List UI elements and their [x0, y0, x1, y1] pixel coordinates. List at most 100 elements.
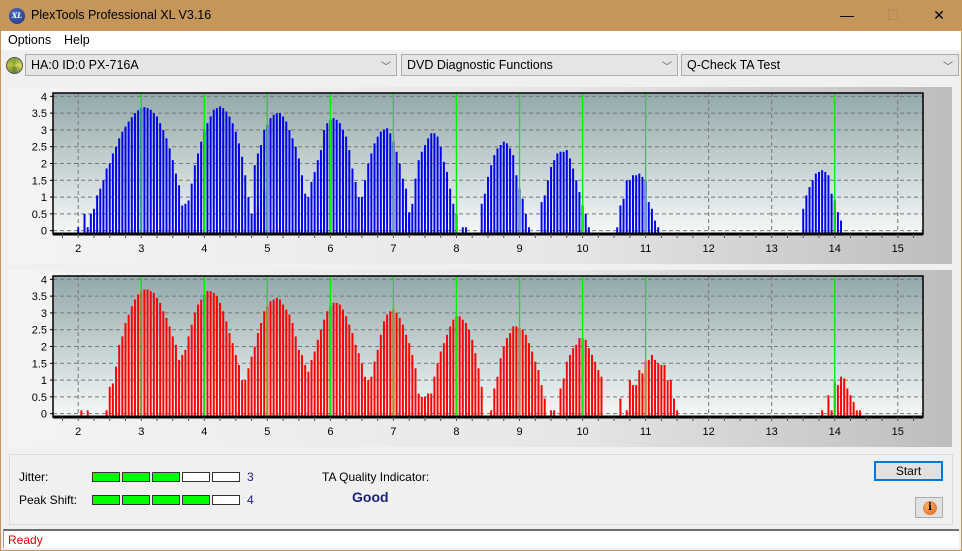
y-tick-label: 0.5 [32, 392, 47, 404]
bar [89, 213, 92, 234]
bar [367, 163, 370, 234]
bar [398, 163, 401, 234]
bar [130, 117, 133, 234]
bar [354, 344, 357, 417]
bar [190, 183, 193, 234]
bar [291, 323, 294, 417]
bar [524, 213, 527, 234]
pit-chart-panel: 0 0.5 1 1.5 2 2.5 3 3.5 4 2 3 4 5 6 7 8 9 10 11 12 13 14 15 [8, 270, 952, 447]
bar [190, 324, 193, 417]
bar [345, 136, 348, 234]
bar [247, 368, 250, 417]
peak-shift-meter-segment [92, 495, 120, 505]
bar [578, 338, 581, 417]
disc-drive-icon [6, 57, 23, 74]
bar [124, 323, 127, 417]
bar [234, 354, 237, 417]
start-button[interactable]: Start [874, 461, 943, 481]
bar [673, 398, 675, 417]
bar [238, 364, 240, 417]
bar [814, 173, 817, 234]
bar [269, 118, 272, 234]
bar [565, 361, 568, 417]
bar [846, 388, 849, 417]
bar [625, 180, 628, 234]
test-select[interactable]: Q-Check TA Test ﹀ [681, 54, 959, 76]
bar [105, 168, 108, 234]
bar [115, 366, 118, 417]
bar [285, 121, 288, 234]
info-button[interactable]: i [915, 497, 943, 518]
bar [540, 385, 543, 417]
bar [360, 363, 363, 417]
bar [660, 364, 663, 417]
bar [559, 151, 562, 234]
x-tick-label: 12 [703, 243, 715, 255]
bar [294, 146, 297, 234]
x-tick-label: 6 [327, 243, 333, 255]
bar [591, 354, 593, 417]
minimize-button[interactable]: — [824, 0, 870, 31]
y-tick-label: 0 [41, 226, 47, 238]
y-tick-label: 0 [41, 409, 47, 421]
bar [197, 153, 199, 234]
close-button[interactable]: ✕ [916, 0, 962, 31]
bar [285, 309, 288, 417]
bar [622, 198, 625, 234]
y-tick-label: 3 [41, 308, 47, 320]
bar [222, 311, 225, 417]
chevron-down-icon: ﹀ [662, 62, 672, 73]
bar [632, 385, 634, 417]
bar [657, 363, 660, 417]
bar [234, 131, 237, 234]
bar [647, 359, 650, 417]
bar [231, 343, 234, 417]
bar [269, 301, 272, 417]
menu-help[interactable]: Help [64, 33, 90, 47]
bar [130, 306, 133, 417]
menu-options[interactable]: Options [8, 33, 51, 47]
bar [297, 158, 300, 234]
bar [133, 299, 136, 417]
bar [584, 339, 587, 417]
bar [108, 386, 111, 417]
bar [417, 160, 420, 234]
bar [127, 121, 130, 234]
jitter-label: Jitter: [19, 470, 49, 484]
bar [282, 116, 285, 234]
bar [272, 114, 275, 234]
bar [628, 180, 631, 234]
jitter-meter-segment [152, 472, 180, 482]
drive-select-value: HA:0 ID:0 PX-716A [31, 58, 139, 72]
bar [127, 314, 130, 417]
bar [480, 203, 483, 234]
bar [531, 351, 534, 417]
bar [830, 193, 833, 234]
drive-select[interactable]: HA:0 ID:0 PX-716A ﹀ [25, 54, 397, 76]
bar [427, 138, 430, 234]
bar [439, 351, 442, 417]
maximize-button[interactable]: ☐ [870, 0, 916, 31]
x-tick-label: 12 [703, 426, 715, 438]
bar [307, 197, 310, 234]
x-tick-label: 8 [453, 243, 459, 255]
bar [278, 113, 281, 234]
bar [348, 324, 351, 417]
bar [496, 376, 499, 417]
bar [171, 160, 174, 234]
bar [401, 178, 404, 234]
x-tick-label: 10 [576, 243, 588, 255]
bar [323, 129, 326, 234]
bar [278, 299, 281, 417]
function-select[interactable]: DVD Diagnostic Functions ﹀ [401, 54, 678, 76]
bar [184, 203, 187, 234]
bar [836, 212, 839, 234]
bar [206, 123, 209, 234]
bar [152, 113, 155, 234]
bar [373, 143, 376, 234]
bar [641, 373, 644, 417]
ta-quality-value: Good [352, 489, 389, 505]
bar [291, 138, 294, 234]
x-tick-label: 4 [201, 426, 207, 438]
bar [464, 323, 467, 417]
